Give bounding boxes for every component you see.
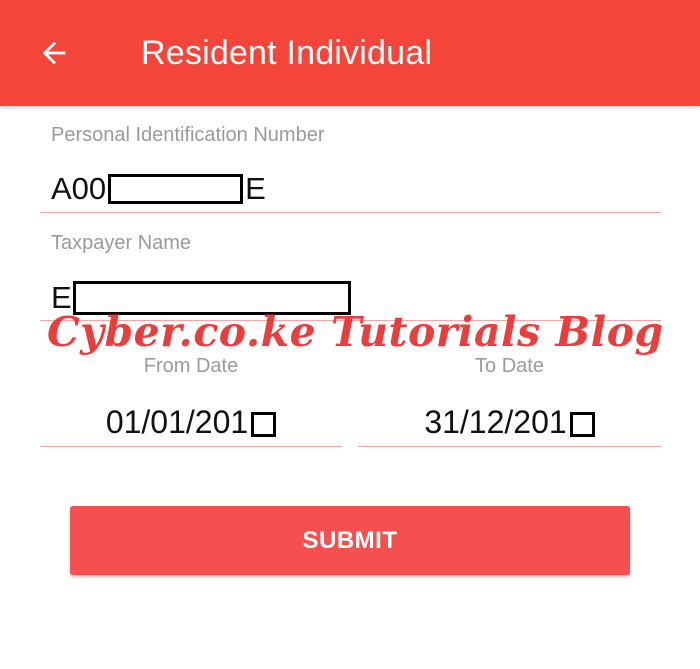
to-date-field[interactable]: To Date 31/12/201 (358, 352, 661, 448)
from-date-label: From Date (143, 355, 239, 377)
from-date-underline (40, 446, 342, 447)
from-date-field[interactable]: From Date 01/01/201 (40, 352, 342, 448)
from-date-input[interactable]: 01/01/201 (40, 400, 342, 444)
pin-value-prefix: A00 (51, 171, 107, 206)
taxpayer-name-label: Taxpayer Name (51, 232, 192, 254)
to-date-redaction-box (569, 412, 595, 437)
to-date-input[interactable]: 31/12/201 (358, 400, 661, 444)
from-date-value: 01/01/201 (105, 404, 249, 440)
page-title: Resident Individual (141, 34, 433, 72)
pin-input[interactable]: A00 E (51, 169, 266, 209)
arrow-left-icon (42, 41, 66, 65)
back-button[interactable] (28, 27, 80, 79)
to-date-underline (358, 446, 661, 447)
pin-value-suffix: E (245, 171, 266, 206)
from-date-redaction-box (251, 412, 277, 437)
watermark-text: Cyber.co.ke Tutorials Blog (47, 308, 664, 356)
to-date-value: 31/12/201 (424, 404, 567, 440)
app-bar: Resident Individual (0, 0, 700, 106)
pin-label: Personal Identification Number (51, 124, 325, 146)
pin-redaction-box (108, 174, 244, 204)
pin-underline (40, 212, 661, 213)
pin-field[interactable]: Personal Identification Number A00 E (40, 118, 661, 214)
submit-button[interactable]: SUBMIT (70, 506, 630, 575)
to-date-label: To Date (475, 355, 544, 377)
